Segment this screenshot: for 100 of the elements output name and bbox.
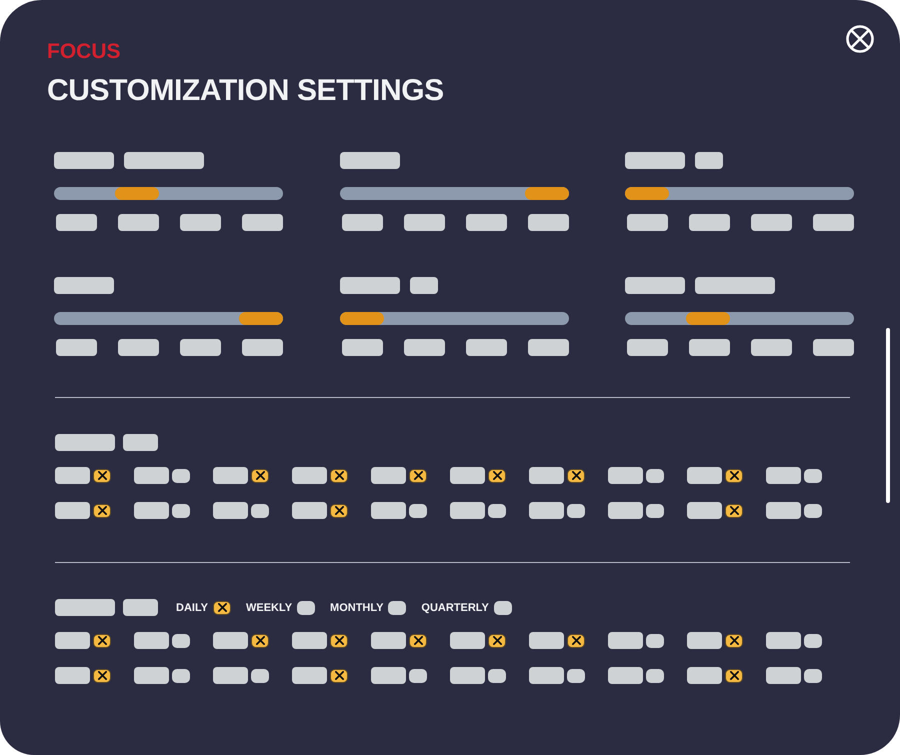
slider-thumb[interactable] (625, 187, 669, 200)
checkbox[interactable] (251, 668, 269, 682)
checkbox[interactable] (567, 504, 585, 518)
checkbox[interactable] (567, 468, 585, 482)
checkbox[interactable] (330, 504, 348, 518)
text-placeholder (292, 467, 327, 484)
x-mark-icon (334, 671, 344, 680)
checkbox[interactable] (488, 668, 506, 682)
checkbox[interactable] (330, 468, 348, 482)
x-mark-icon (218, 603, 226, 612)
checkbox[interactable] (488, 468, 506, 482)
checkbox[interactable] (804, 668, 822, 682)
text-placeholder (813, 339, 854, 356)
slider-thumb[interactable] (524, 187, 568, 200)
checkbox[interactable] (213, 600, 231, 614)
x-mark-icon (98, 636, 106, 645)
checkbox[interactable] (567, 668, 585, 682)
text-placeholder (751, 214, 792, 231)
text-placeholder (687, 667, 722, 684)
slider-thumb[interactable] (686, 312, 730, 325)
text-placeholder (55, 502, 90, 519)
text-placeholder (180, 214, 221, 231)
checkbox[interactable] (93, 504, 111, 518)
text-placeholder (687, 502, 722, 519)
text-placeholder (118, 339, 159, 356)
text-placeholder (55, 467, 90, 484)
text-placeholder (340, 277, 400, 294)
x-mark-icon (414, 471, 422, 480)
checkbox-label: DAILY (176, 600, 208, 614)
close-button[interactable] (846, 25, 874, 53)
checkbox-label: WEEKLY (246, 600, 292, 614)
text-placeholder (213, 632, 248, 649)
slider-track[interactable] (340, 187, 568, 200)
slider-thumb[interactable] (340, 312, 384, 325)
checkbox[interactable] (725, 634, 743, 648)
slider-track[interactable] (625, 312, 854, 325)
text-placeholder (213, 667, 248, 684)
checkbox[interactable] (251, 504, 269, 518)
text-placeholder (450, 632, 485, 649)
checkbox[interactable] (93, 668, 111, 682)
text-placeholder (766, 632, 801, 649)
text-placeholder (528, 214, 568, 231)
slider-track[interactable] (625, 187, 854, 200)
text-placeholder (371, 632, 406, 649)
checkbox[interactable] (409, 668, 427, 682)
text-placeholder (371, 467, 406, 484)
slider-thumb[interactable] (115, 187, 160, 200)
checkbox[interactable] (494, 600, 512, 614)
checkbox[interactable] (409, 504, 427, 518)
checkbox[interactable] (172, 668, 190, 682)
scrollbar-thumb[interactable] (886, 328, 890, 503)
x-mark-icon (730, 671, 738, 680)
checkbox[interactable] (725, 504, 743, 518)
slider-thumb[interactable] (239, 312, 283, 325)
checkbox[interactable] (388, 600, 406, 614)
checkbox[interactable] (646, 468, 664, 482)
checkbox[interactable] (172, 504, 190, 518)
checkbox[interactable] (567, 634, 585, 648)
text-placeholder (410, 277, 438, 294)
text-placeholder (371, 667, 406, 684)
text-placeholder (627, 214, 668, 231)
checkbox[interactable] (804, 634, 822, 648)
checkbox[interactable] (488, 634, 506, 648)
checkbox[interactable] (646, 504, 664, 518)
text-placeholder (766, 467, 801, 484)
checkbox[interactable] (251, 634, 269, 648)
checkbox[interactable] (330, 634, 348, 648)
text-placeholder (242, 214, 283, 231)
checkbox[interactable] (646, 668, 664, 682)
checkbox[interactable] (804, 468, 822, 482)
text-placeholder (342, 214, 382, 231)
checkbox[interactable] (646, 634, 664, 648)
slider-track[interactable] (340, 312, 568, 325)
checkbox[interactable] (409, 468, 427, 482)
text-placeholder (766, 667, 801, 684)
checkbox[interactable] (725, 668, 743, 682)
text-placeholder (450, 502, 485, 519)
text-placeholder (292, 667, 327, 684)
slider-track[interactable] (54, 312, 283, 325)
x-mark-icon (492, 471, 502, 480)
text-placeholder (242, 339, 283, 356)
checkbox[interactable] (297, 600, 316, 614)
checkbox[interactable] (251, 468, 269, 482)
checkbox[interactable] (172, 468, 190, 482)
text-placeholder (292, 632, 327, 649)
text-placeholder (55, 434, 115, 451)
checkbox[interactable] (93, 468, 111, 482)
slider-track[interactable] (54, 187, 283, 200)
checkbox[interactable] (488, 504, 506, 518)
x-mark-icon (572, 636, 580, 645)
checkbox[interactable] (725, 468, 743, 482)
checkbox[interactable] (409, 634, 427, 648)
x-mark-icon (730, 636, 738, 645)
checkbox[interactable] (172, 634, 190, 648)
text-placeholder (56, 214, 97, 231)
text-placeholder (687, 632, 722, 649)
checkbox[interactable] (804, 504, 822, 518)
checkbox[interactable] (93, 634, 111, 648)
x-mark-icon (256, 471, 264, 480)
checkbox[interactable] (330, 668, 348, 682)
